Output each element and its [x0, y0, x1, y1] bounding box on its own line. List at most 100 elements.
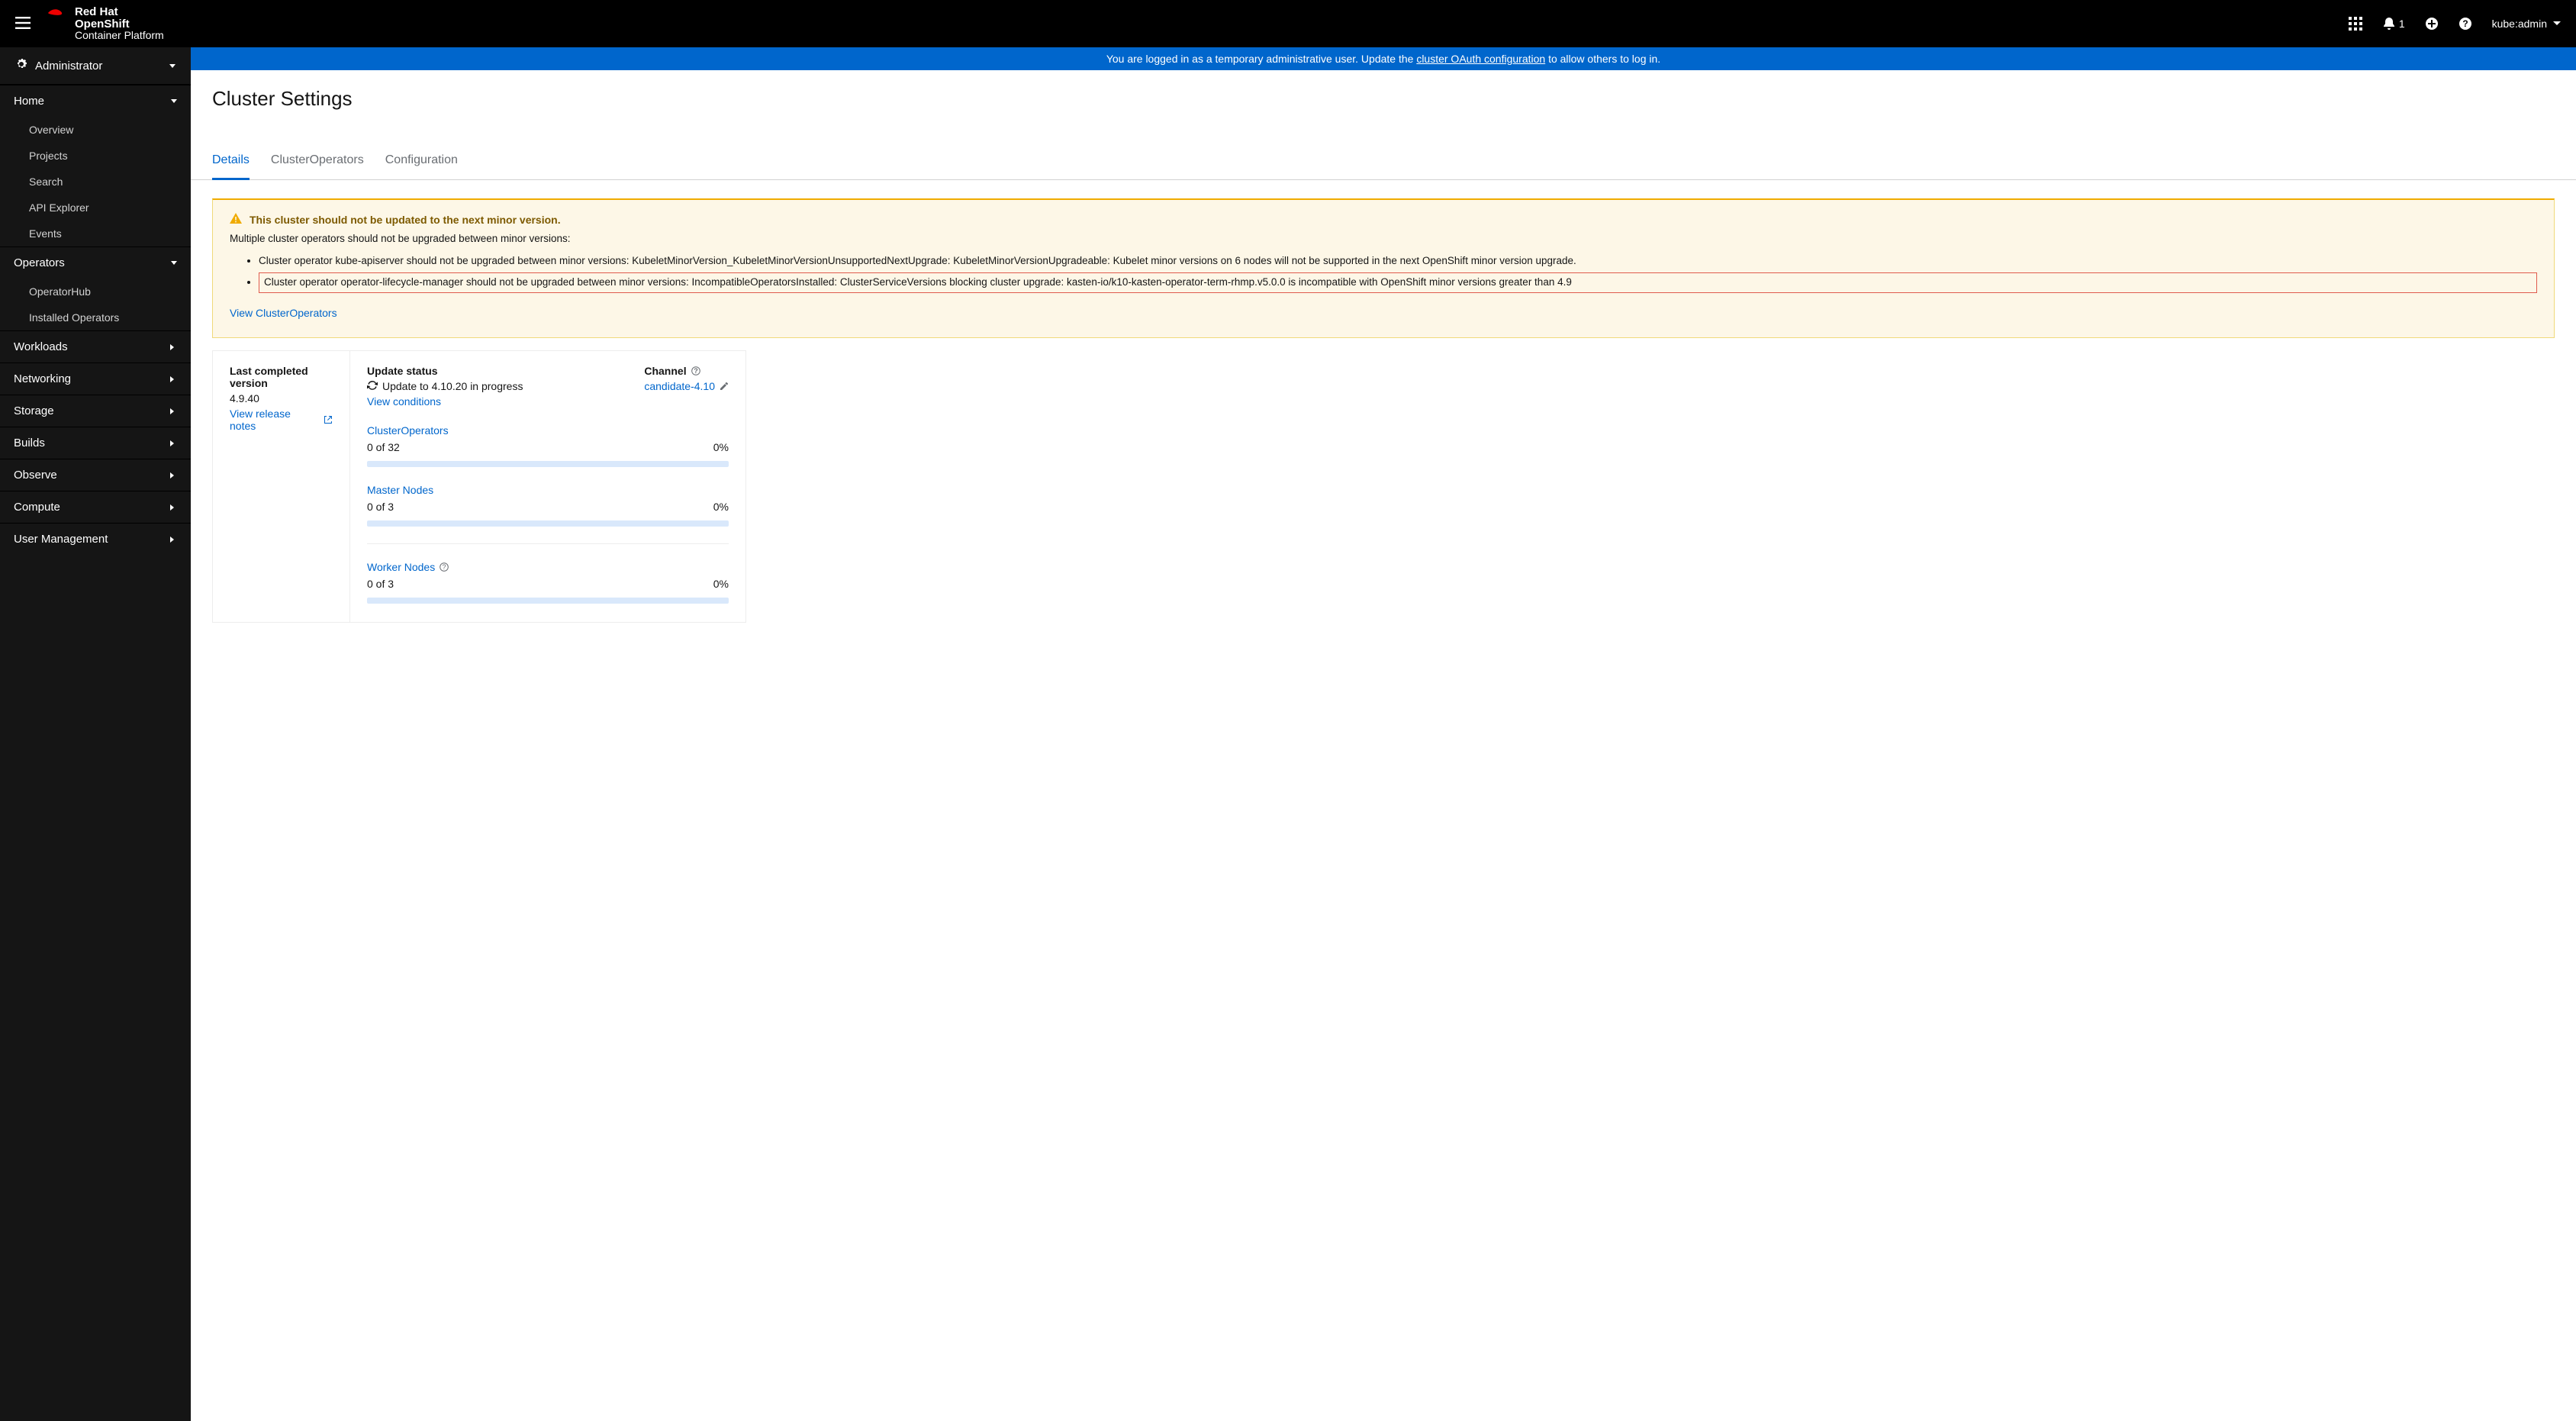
update-status-value: Update to 4.10.20 in progress [367, 380, 598, 392]
sidebar-item-user-management[interactable]: User Management [0, 523, 191, 555]
content: You are logged in as a temporary adminis… [191, 47, 2576, 1421]
progress-pct: 0% [713, 501, 729, 513]
sidebar-item-label: Networking [14, 372, 71, 385]
brand-line3: Container Platform [75, 30, 164, 41]
apps-grid-icon[interactable] [2349, 17, 2362, 31]
progress-worker-nodes: Worker Nodes ? 0 of 3 0% [367, 561, 729, 604]
sidebar-item-networking[interactable]: Networking [0, 362, 191, 395]
chevron-right-icon [170, 408, 177, 414]
upgrade-warning-alert: This cluster should not be updated to th… [212, 198, 2555, 338]
user-menu[interactable]: kube:admin [2492, 18, 2561, 30]
alert-bullet-highlighted: Cluster operator operator-lifecycle-mana… [259, 272, 2537, 293]
user-name: kube:admin [2492, 18, 2547, 30]
sync-icon [367, 380, 378, 391]
sidebar: Administrator Home Overview Projects Sea… [0, 47, 191, 1421]
sidebar-sub-api-explorer[interactable]: API Explorer [0, 195, 191, 221]
channel-label-text: Channel [644, 365, 686, 377]
perspective-switcher[interactable]: Administrator [0, 47, 191, 85]
help-icon[interactable]: ? [2458, 17, 2472, 31]
brand-line2: OpenShift [75, 18, 164, 31]
svg-text:?: ? [2462, 18, 2468, 29]
progress-pct: 0% [713, 578, 729, 590]
oauth-banner: You are logged in as a temporary adminis… [191, 47, 2576, 70]
last-completed-col: Last completed version 4.9.40 View relea… [213, 351, 350, 622]
progress-clusteroperators: ClusterOperators 0 of 32 0% [367, 424, 729, 467]
sidebar-item-compute[interactable]: Compute [0, 491, 191, 523]
sidebar-item-label: Storage [14, 404, 54, 417]
update-status-label: Update status [367, 365, 598, 377]
banner-pre: You are logged in as a temporary adminis… [1106, 53, 1417, 65]
pencil-icon [720, 382, 729, 391]
brand-line1: Red Hat [75, 6, 164, 18]
sidebar-item-label: Home [14, 95, 44, 108]
notification-count: 1 [2399, 18, 2405, 30]
view-conditions-link[interactable]: View conditions [367, 395, 441, 408]
sidebar-sub-events[interactable]: Events [0, 221, 191, 246]
chevron-down-icon [169, 64, 175, 68]
chevron-down-icon [171, 261, 177, 265]
page-title: Cluster Settings [212, 87, 2555, 111]
release-notes-link[interactable]: View release notes [230, 408, 333, 432]
progress-title-link[interactable]: Worker Nodes [367, 561, 435, 573]
external-link-icon [324, 415, 333, 424]
channel-value-link[interactable]: candidate-4.10 [644, 380, 729, 392]
sidebar-item-label: Workloads [14, 340, 68, 353]
view-clusteroperators-link[interactable]: View ClusterOperators [230, 305, 337, 322]
redhat-logo-icon [44, 6, 67, 25]
chevron-down-icon [171, 99, 177, 103]
channel-label: Channel ? [644, 365, 729, 377]
progress-title-link[interactable]: Master Nodes [367, 484, 729, 496]
chevron-right-icon [170, 376, 177, 382]
help-icon[interactable]: ? [440, 562, 449, 572]
channel-value-text: candidate-4.10 [644, 380, 715, 392]
alert-intro: Multiple cluster operators should not be… [230, 231, 2537, 247]
progress-count: 0 of 32 [367, 441, 400, 453]
chevron-right-icon [170, 472, 177, 478]
tab-details[interactable]: Details [212, 144, 250, 180]
import-icon[interactable] [2425, 17, 2439, 31]
sidebar-item-builds[interactable]: Builds [0, 427, 191, 459]
update-status-text: Update to 4.10.20 in progress [382, 380, 523, 392]
progress-bar [367, 598, 729, 604]
last-completed-value: 4.9.40 [230, 392, 333, 404]
sidebar-item-workloads[interactable]: Workloads [0, 330, 191, 362]
brand-text: Red Hat OpenShift Container Platform [75, 6, 164, 41]
progress-count: 0 of 3 [367, 578, 394, 590]
sidebar-item-operators[interactable]: Operators [0, 246, 191, 279]
notifications-button[interactable]: 1 [2382, 17, 2405, 31]
masthead: Red Hat OpenShift Container Platform 1 ?… [0, 0, 2576, 47]
sidebar-item-label: User Management [14, 533, 108, 546]
progress-title-link[interactable]: ClusterOperators [367, 424, 729, 437]
tab-clusteroperators[interactable]: ClusterOperators [271, 144, 364, 179]
banner-link[interactable]: cluster OAuth configuration [1416, 53, 1545, 65]
cluster-details-card: Last completed version 4.9.40 View relea… [212, 350, 746, 623]
sidebar-sub-search[interactable]: Search [0, 169, 191, 195]
sidebar-sub-overview[interactable]: Overview [0, 117, 191, 143]
sidebar-item-label: Builds [14, 437, 45, 450]
masthead-right: 1 ? kube:admin [2349, 17, 2561, 31]
alert-bullet: Cluster operator kube-apiserver should n… [259, 253, 2537, 269]
alert-title-text: This cluster should not be updated to th… [250, 214, 561, 226]
svg-text:?: ? [443, 563, 446, 571]
help-icon[interactable]: ? [691, 366, 700, 375]
progress-bar [367, 520, 729, 527]
sidebar-item-home[interactable]: Home [0, 85, 191, 117]
gear-icon [15, 58, 27, 73]
tab-configuration[interactable]: Configuration [385, 144, 458, 179]
alert-body: Multiple cluster operators should not be… [230, 231, 2537, 322]
hamburger-icon[interactable] [15, 17, 31, 31]
sidebar-sub-projects[interactable]: Projects [0, 143, 191, 169]
chevron-right-icon [170, 344, 177, 350]
sidebar-item-storage[interactable]: Storage [0, 395, 191, 427]
divider [367, 543, 729, 544]
last-completed-label: Last completed version [230, 365, 333, 389]
sidebar-item-label: Compute [14, 501, 60, 514]
sidebar-sub-operatorhub[interactable]: OperatorHub [0, 279, 191, 304]
sidebar-item-label: Observe [14, 469, 57, 482]
progress-bar [367, 461, 729, 467]
brand[interactable]: Red Hat OpenShift Container Platform [44, 6, 164, 41]
sidebar-item-observe[interactable]: Observe [0, 459, 191, 491]
sidebar-sub-installed-operators[interactable]: Installed Operators [0, 304, 191, 330]
chevron-right-icon [170, 504, 177, 511]
chevron-right-icon [170, 536, 177, 543]
